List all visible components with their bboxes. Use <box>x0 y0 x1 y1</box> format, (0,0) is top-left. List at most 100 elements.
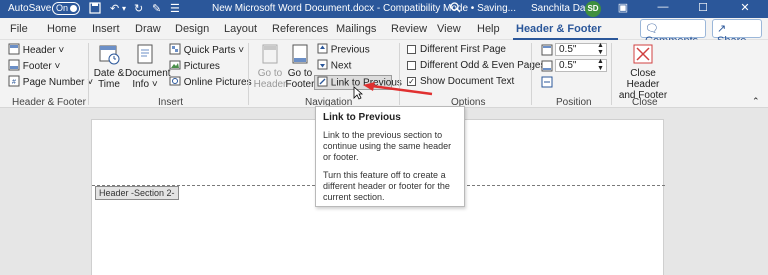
different-first-page-checkbox[interactable] <box>407 45 416 54</box>
tab-help[interactable]: Help <box>477 23 500 35</box>
autosave-toggle[interactable]: On <box>52 2 80 15</box>
tab-mailings[interactable]: Mailings <box>336 23 376 35</box>
pictures-icon <box>169 59 181 74</box>
undo-icon[interactable]: ↶ <box>110 2 119 16</box>
tooltip-body-2: Turn this feature off to create a differ… <box>323 170 450 202</box>
collapse-ribbon-icon[interactable]: ⌃ <box>752 96 760 107</box>
tab-insert[interactable]: Insert <box>92 23 120 35</box>
comment-icon: 🗨 <box>645 23 659 35</box>
header-label: Header <box>22 45 56 57</box>
share-button[interactable]: ↗ Share <box>712 19 762 47</box>
group-label-header-footer: Header & Footer <box>12 97 86 108</box>
go-to-footer-button[interactable]: Go to Footer <box>285 43 315 90</box>
header-button[interactable]: Header ˅ <box>8 43 64 58</box>
pictures-label: Pictures <box>183 61 220 73</box>
date-time-button[interactable]: Date & Time <box>92 43 126 90</box>
go-to-header-button[interactable]: Go to Header <box>253 43 287 90</box>
autosave-label: AutoSave <box>8 3 52 14</box>
tab-draw[interactable]: Draw <box>135 23 161 35</box>
tab-header-footer[interactable]: Header & Footer <box>516 23 602 35</box>
next-button[interactable]: Next <box>317 59 351 73</box>
footer-button[interactable]: Footer ˅ <box>8 59 60 74</box>
group-label-position: Position <box>556 97 592 108</box>
tab-review[interactable]: Review <box>391 23 427 35</box>
annotation-arrow-icon <box>363 82 433 96</box>
quick-parts-button[interactable]: Quick Parts ˅ <box>169 43 244 58</box>
redo-icon[interactable]: ↻ <box>134 2 143 16</box>
document-info-button[interactable]: Document Info ˅ <box>125 43 171 90</box>
date-time-label-line2: Time <box>98 79 120 90</box>
different-odd-even-label: Different Odd & Even Pages <box>420 60 546 71</box>
go-to-header-icon <box>262 44 278 64</box>
autosave-state: On <box>56 3 69 13</box>
go-to-footer-icon <box>292 44 308 64</box>
previous-button[interactable]: Previous <box>317 43 370 57</box>
spinner-arrows-icon[interactable]: ▲ ▼ <box>597 42 604 56</box>
different-odd-even-checkbox[interactable] <box>407 61 416 70</box>
chevron-down-icon: ˅ <box>58 45 65 57</box>
ribbon-display-icon[interactable]: ▣ <box>608 1 638 14</box>
previous-section-icon <box>317 43 328 57</box>
online-pictures-button[interactable]: Online Pictures <box>169 75 252 90</box>
next-section-icon <box>317 59 328 73</box>
tooltip-body-1: Link to the previous section to continue… <box>323 130 452 162</box>
header-position-icon <box>541 44 553 59</box>
user-name: Sanchita Das <box>531 3 591 14</box>
footer-from-bottom-value: 0.5" <box>559 60 577 71</box>
next-label: Next <box>330 60 352 72</box>
tab-file[interactable]: File <box>10 23 28 35</box>
different-first-page-label: Different First Page <box>420 44 506 55</box>
quick-parts-icon <box>169 43 181 58</box>
document-title: New Microsoft Word Document.docx - Compa… <box>212 3 516 14</box>
group-divider <box>88 43 89 105</box>
group-divider <box>531 43 532 105</box>
maximize-icon[interactable]: ☐ <box>688 1 718 14</box>
close-icon[interactable]: ✕ <box>730 1 760 14</box>
close-header-footer-button[interactable]: Close Header and Footer <box>615 43 671 101</box>
avatar[interactable]: SD <box>585 1 601 17</box>
save-icon[interactable] <box>89 2 101 18</box>
go-to-footer-label-line1: Go to <box>287 68 313 79</box>
document-info-label-line2: Info <box>132 79 150 90</box>
group-divider <box>611 43 612 105</box>
tab-home[interactable]: Home <box>47 23 76 35</box>
footer-icon <box>8 59 20 74</box>
link-icon <box>317 76 328 90</box>
search-icon[interactable] <box>450 2 461 16</box>
header-from-top-value: 0.5" <box>559 44 577 55</box>
header-icon <box>8 43 20 58</box>
calendar-clock-icon <box>99 45 120 65</box>
customize-toolbar-icon[interactable]: ☰ <box>170 2 180 16</box>
alignment-tab-icon[interactable] <box>541 76 553 91</box>
header-section-tag: Header -Section 2- <box>95 186 179 200</box>
minimize-icon[interactable]: — <box>648 1 678 13</box>
tab-layout[interactable]: Layout <box>224 23 257 35</box>
format-painter-icon[interactable]: ✎ <box>152 2 161 16</box>
close-x-icon <box>633 44 653 64</box>
group-label-insert: Insert <box>158 97 184 108</box>
tab-view[interactable]: View <box>437 23 461 35</box>
link-to-previous-tooltip: Link to Previous Link to the previous se… <box>315 106 465 207</box>
go-to-footer-label-line2: Footer <box>285 79 315 90</box>
quick-parts-label: Quick Parts <box>183 45 236 57</box>
tooltip-title: Link to Previous <box>323 112 401 123</box>
group-label-close: Close <box>632 97 658 108</box>
svg-text:#: # <box>12 79 16 86</box>
page-number-button[interactable]: # Page Number ˅ <box>8 75 93 90</box>
document-info-icon <box>137 44 153 64</box>
tab-references[interactable]: References <box>272 23 328 35</box>
online-pictures-label: Online Pictures <box>183 77 252 89</box>
pictures-button[interactable]: Pictures <box>169 59 220 74</box>
group-divider <box>248 43 249 105</box>
document-info-label-line1: Document <box>125 68 171 79</box>
chevron-down-icon: ˅ <box>54 61 61 73</box>
title-bar: AutoSave On ↶ ▾ ↻ ✎ ☰ New Microsoft Word… <box>0 0 768 18</box>
previous-label: Previous <box>330 44 370 56</box>
ribbon-tabs: File Home Insert Draw Design Layout Refe… <box>0 18 768 47</box>
spinner-arrows-icon[interactable]: ▲ ▼ <box>597 58 604 72</box>
share-icon: ↗ <box>717 23 727 35</box>
undo-dropdown-icon[interactable]: ▾ <box>122 2 126 16</box>
comments-button[interactable]: 🗨 Comments <box>640 19 706 47</box>
go-to-header-label-line2: Header <box>253 79 287 90</box>
tab-design[interactable]: Design <box>175 23 209 35</box>
